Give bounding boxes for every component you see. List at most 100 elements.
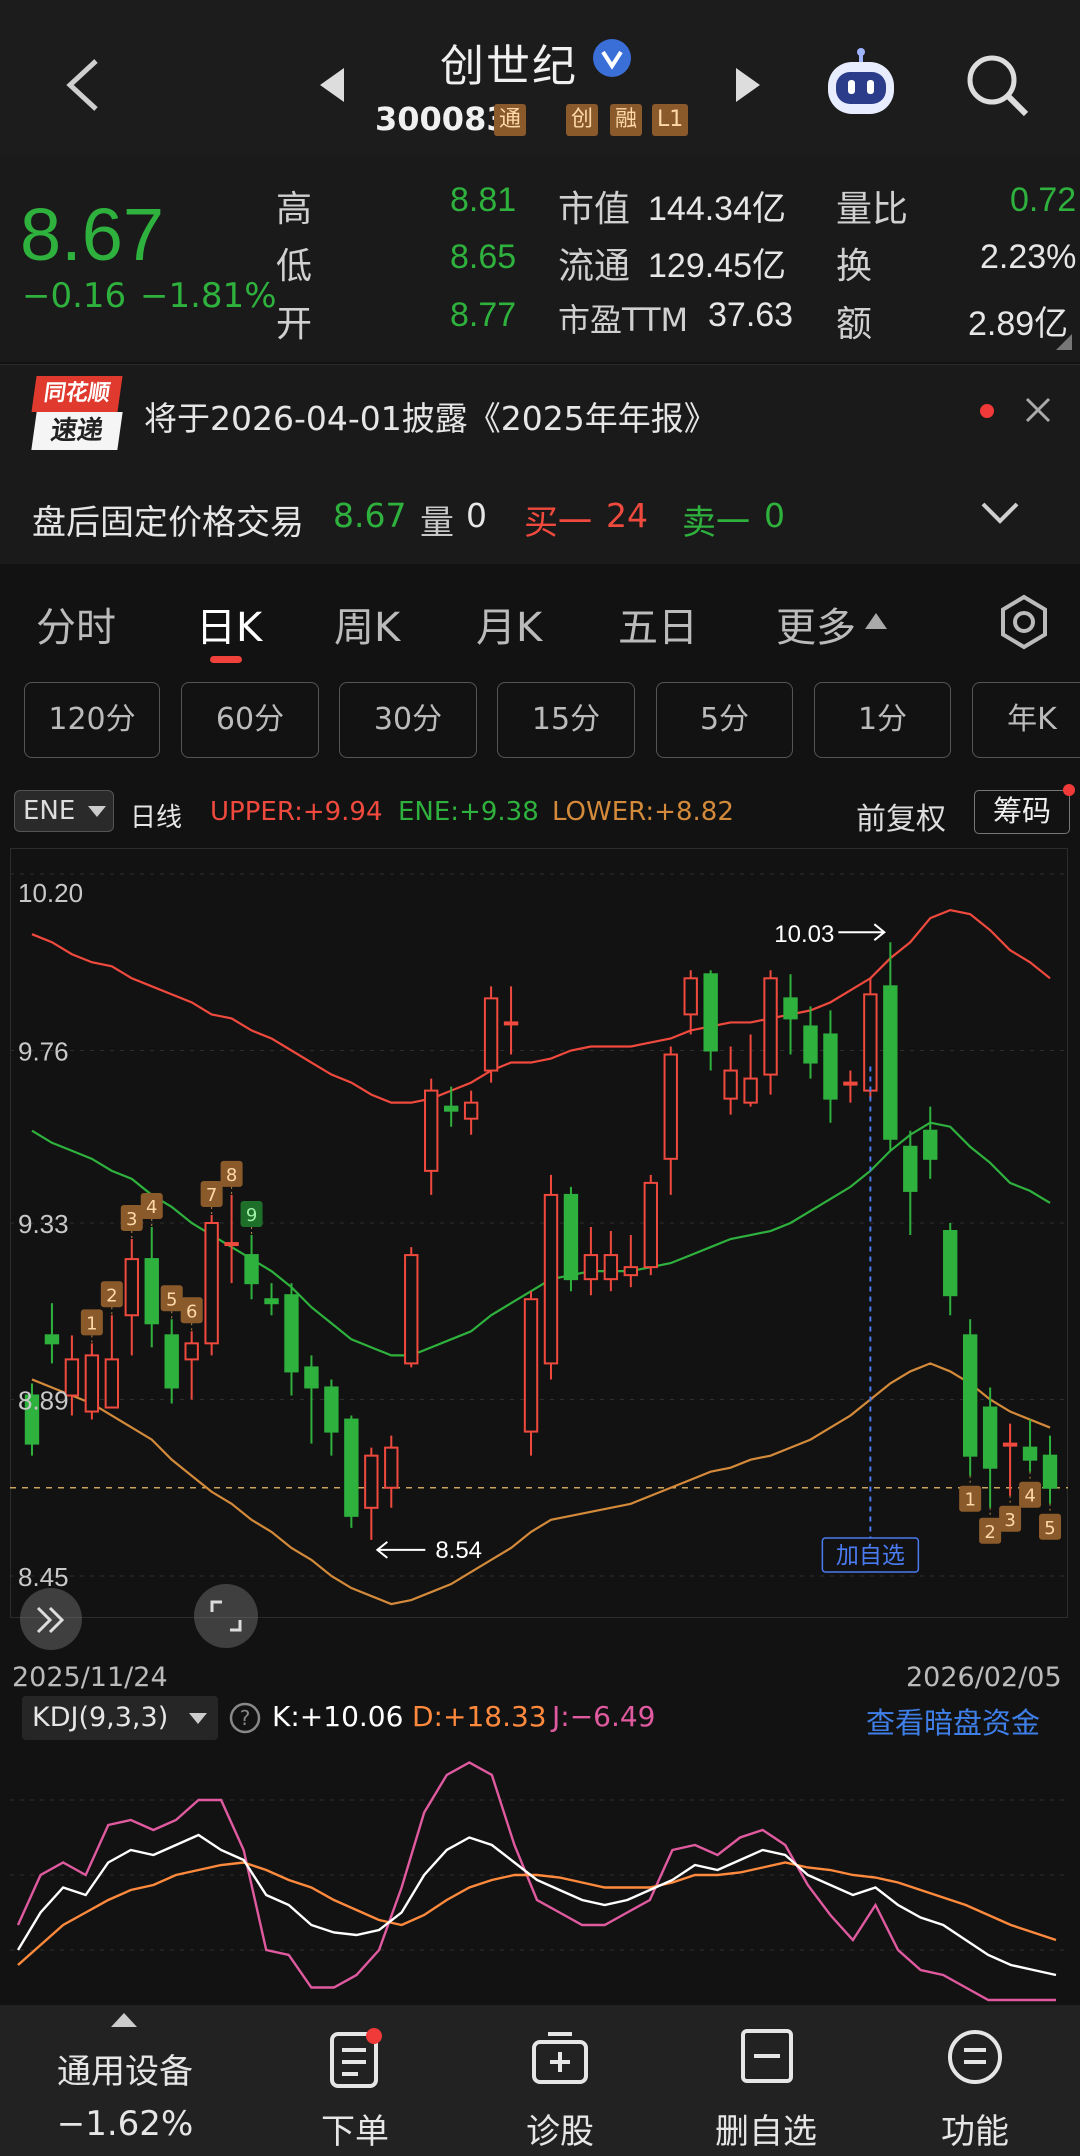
close-icon[interactable] [1024, 396, 1052, 424]
candle-up [663, 1053, 678, 1160]
search-icon[interactable] [964, 52, 1030, 118]
dark-pool-link[interactable]: 查看暗盘资金 [866, 1700, 1040, 1742]
period-120m[interactable]: 120分 [24, 682, 160, 758]
bid1-label: 买一 [524, 503, 592, 543]
order-label: 下单 [321, 2112, 389, 2152]
candle-up [643, 1181, 658, 1269]
candle-up [124, 1258, 139, 1317]
float-cap-label: 流通 [558, 246, 631, 287]
y-tick-label: 10.20 [18, 878, 83, 908]
header: 创世纪 300083 通 创 融 L1 [0, 0, 1080, 156]
candle-up [364, 1454, 379, 1509]
candle-up [424, 1089, 439, 1172]
period-5m[interactable]: 5分 [656, 682, 793, 758]
candle-down [783, 997, 798, 1020]
remove-watch-button[interactable]: 删自选 [706, 2020, 826, 2152]
upper-value: UPPER:+9.94 [210, 797, 383, 827]
signal-badge-label: 8 [226, 1165, 237, 1186]
candle-down [563, 1193, 579, 1281]
kdj-chart[interactable] [10, 1740, 1068, 2005]
after-hours-vol-label: 量 [420, 503, 454, 543]
order-button[interactable]: 下单 [300, 2020, 410, 2152]
verified-icon [593, 39, 631, 77]
signal-badge-label: 4 [146, 1197, 157, 1218]
candle-down [304, 1366, 319, 1389]
kdj-select[interactable]: KDJ(9,3,3) [22, 1696, 218, 1740]
low-value: 8.65 [450, 238, 517, 276]
tab-more[interactable]: 更多 [776, 595, 856, 653]
diagnose-button[interactable]: 诊股 [505, 2020, 615, 2152]
candle-up [523, 1298, 539, 1433]
candle-down [324, 1386, 339, 1433]
period-30m[interactable]: 30分 [339, 682, 477, 758]
turnover-label: 换 [836, 246, 873, 287]
function-label: 功能 [941, 2112, 1009, 2152]
tab-daily-k[interactable]: 日K [196, 595, 262, 653]
candle-up [603, 1254, 619, 1281]
k-line [16, 1833, 1057, 1977]
candle-down [823, 1033, 838, 1100]
period-1m[interactable]: 1分 [814, 682, 951, 758]
candle-down [284, 1294, 299, 1373]
kline-chart[interactable]: 12345678912345 10.209.769.338.898.45 10.… [10, 848, 1068, 1618]
candle-up [204, 1221, 219, 1345]
tab-weekly-k[interactable]: 周K [334, 595, 400, 653]
next-stock-icon[interactable] [734, 66, 762, 104]
period-15m[interactable]: 15分 [497, 682, 635, 758]
caret-up-icon[interactable] [110, 2012, 138, 2028]
function-button[interactable]: 功能 [920, 2020, 1030, 2152]
candle-up [583, 1254, 599, 1281]
double-chevron-right-icon [36, 1606, 65, 1634]
chips-button[interactable]: 筹码 [974, 790, 1070, 834]
signal-badge-label: 3 [1004, 1510, 1015, 1531]
settings-icon[interactable] [996, 594, 1052, 650]
chevron-down-icon[interactable] [980, 500, 1020, 526]
period-60m[interactable]: 60分 [181, 682, 319, 758]
open-value: 8.77 [450, 296, 517, 334]
candle-up [1002, 1442, 1018, 1447]
tag-rong: 融 [610, 104, 643, 136]
candle-down [1022, 1446, 1038, 1461]
candle-up [763, 977, 778, 1076]
expand-left-button[interactable] [20, 1588, 82, 1650]
kdj-name: KDJ(9,3,3) [32, 1702, 169, 1733]
candle-up [843, 1081, 858, 1086]
signal-badge-label: 2 [984, 1522, 995, 1543]
tab-monthly-k[interactable]: 月K [476, 595, 542, 653]
candle-up [723, 1069, 738, 1100]
prev-stock-icon[interactable] [318, 66, 346, 104]
robot-assistant-icon[interactable] [820, 48, 902, 120]
sector-name[interactable]: 通用设备 [40, 2044, 210, 2093]
y-tick-label: 8.45 [18, 1562, 69, 1592]
candle-up [623, 1266, 639, 1277]
indicator-select[interactable]: ENE [14, 790, 114, 832]
y-tick-label: 9.33 [18, 1209, 69, 1239]
tab-five-day[interactable]: 五日 [618, 595, 698, 653]
candle-up [84, 1354, 100, 1413]
adjust-mode[interactable]: 前复权 [856, 794, 946, 838]
candle-up [224, 1242, 239, 1247]
back-icon[interactable] [60, 55, 104, 115]
signal-badge-label: 5 [1044, 1518, 1055, 1539]
candle-up [863, 993, 878, 1092]
notice-text[interactable]: 将于2026-04-01披露《2025年年报》 [144, 392, 717, 440]
news-badge: 同花顺 速递 [31, 376, 123, 450]
candle-down [344, 1418, 359, 1517]
after-hours-price: 8.67 [333, 496, 407, 535]
order-icon [330, 2028, 382, 2088]
fullscreen-button[interactable] [194, 1584, 258, 1648]
chart-period-label: 日线 [130, 803, 183, 833]
signal-badge-label: 1 [964, 1490, 975, 1511]
ene-value: ENE:+9.38 [398, 797, 539, 827]
candle-down [703, 973, 718, 1052]
tab-intraday[interactable]: 分时 [36, 595, 116, 653]
period-year-k[interactable]: 年K [972, 682, 1080, 758]
y-tick-label: 8.89 [18, 1385, 69, 1415]
help-icon[interactable]: ? [228, 1701, 262, 1735]
ask1-value: 0 [764, 496, 785, 535]
high-price-label: 10.03 [774, 921, 834, 948]
after-hours-label: 盘后固定价格交易 [32, 503, 304, 543]
expand-corner-icon [1056, 334, 1072, 350]
high-value: 8.81 [450, 181, 517, 219]
low-price-label: 8.54 [435, 1537, 482, 1564]
